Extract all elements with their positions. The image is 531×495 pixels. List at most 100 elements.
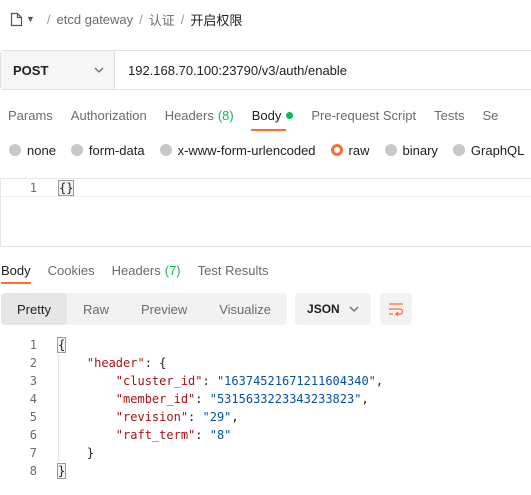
breadcrumb: ▼ / etcd gateway / 认证 / 开启权限 xyxy=(0,0,531,38)
json-value: "5315633223343233823" xyxy=(209,392,362,406)
view-preview-button[interactable]: Preview xyxy=(125,293,203,325)
json-key: "member_id" xyxy=(115,392,196,406)
breadcrumb-request-name[interactable]: 开启权限 xyxy=(190,10,242,29)
radio-label: x-www-form-urlencoded xyxy=(177,142,316,158)
response-tabs: Body Cookies Headers (7) Test Results xyxy=(0,258,531,284)
response-tab-headers[interactable]: Headers (7) xyxy=(112,258,181,282)
radio-label: raw xyxy=(348,142,370,158)
request-bar: POST 192.168.70.100:23790/v3/auth/enable xyxy=(0,50,531,90)
breadcrumb-separator: / xyxy=(180,11,185,27)
open-brace: { xyxy=(56,337,67,353)
tab-label: Headers xyxy=(164,107,214,123)
response-headers-count: (7) xyxy=(164,262,181,278)
radio-circle xyxy=(384,144,397,156)
radio-circle xyxy=(9,144,21,156)
breadcrumb-separator: / xyxy=(46,11,51,27)
body-type-options: none form-data x-www-form-urlencoded raw… xyxy=(0,140,531,160)
radio-label: none xyxy=(27,142,56,158)
chevron-down-icon[interactable]: ▼ xyxy=(26,14,35,24)
tab-settings[interactable]: Se xyxy=(473,99,507,131)
response-view-controls: Pretty Raw Preview Visualize JSON xyxy=(1,293,413,325)
tab-label: Body xyxy=(1,262,31,278)
line-number: 1 xyxy=(29,338,37,352)
line-number: 6 xyxy=(29,428,37,442)
radio-circle xyxy=(452,144,465,156)
tab-headers[interactable]: Headers (8) xyxy=(156,99,243,131)
json-key: "cluster_id" xyxy=(115,374,203,388)
tab-body[interactable]: Body xyxy=(243,99,303,131)
request-file-icon xyxy=(10,12,23,26)
radio-none[interactable]: none xyxy=(9,143,56,158)
request-tabs: Params Authorization Headers (8) Body Pre… xyxy=(0,99,531,131)
request-body-code[interactable]: {} xyxy=(57,180,75,196)
tab-label: Cookies xyxy=(47,262,95,278)
radio-label: form-data xyxy=(88,142,145,158)
format-select[interactable]: JSON xyxy=(295,293,372,325)
tab-label: Pre-request Script xyxy=(311,107,417,123)
radio-label: binary xyxy=(402,142,438,158)
line-number: 2 xyxy=(29,356,37,370)
radio-label: GraphQL xyxy=(470,142,525,158)
view-mode-segmented: Pretty Raw Preview Visualize xyxy=(1,293,288,325)
wrap-lines-icon xyxy=(389,303,404,316)
code-line: 6 "raft_term": "8" xyxy=(0,426,232,444)
method-label: POST xyxy=(13,62,49,78)
code-line: 2 "header": { xyxy=(0,354,167,372)
method-select[interactable]: POST xyxy=(1,51,115,89)
radio-x-www-form-urlencoded[interactable]: x-www-form-urlencoded xyxy=(159,142,316,158)
json-punct: } xyxy=(86,446,95,460)
radio-circle-selected xyxy=(330,144,343,156)
response-tab-test-results[interactable]: Test Results xyxy=(198,258,269,282)
code-line: 1{ xyxy=(0,336,67,354)
line-number: 7 xyxy=(29,446,37,460)
tab-label: Tests xyxy=(434,107,465,123)
code-line: 4 "member_id": "5315633223343233823", xyxy=(0,390,369,408)
tab-label: Se xyxy=(482,107,499,123)
radio-binary[interactable]: binary xyxy=(384,142,438,158)
tab-label: Body xyxy=(251,107,282,123)
headers-count: (8) xyxy=(217,107,234,123)
json-key: "raft_term" xyxy=(115,428,196,442)
chevron-down-icon xyxy=(349,306,359,312)
json-value: "8" xyxy=(209,428,232,442)
line-number: 4 xyxy=(29,392,37,406)
json-value: "16374521671211604340" xyxy=(216,374,376,388)
request-body-text: {} xyxy=(57,180,75,196)
radio-circle xyxy=(159,144,172,156)
tab-label: Test Results xyxy=(197,262,269,278)
response-body[interactable]: 1{ 2 "header": { 3 "cluster_id": "163745… xyxy=(0,336,531,486)
tab-tests[interactable]: Tests xyxy=(425,99,473,131)
url-input[interactable]: 192.168.70.100:23790/v3/auth/enable xyxy=(115,63,347,78)
body-indicator-dot xyxy=(286,111,294,119)
radio-graphql[interactable]: GraphQL xyxy=(452,142,525,158)
tab-label: Params xyxy=(8,107,53,123)
tab-params[interactable]: Params xyxy=(0,99,62,131)
view-raw-button[interactable]: Raw xyxy=(67,293,125,325)
tab-label: Headers xyxy=(111,262,161,278)
close-brace: } xyxy=(56,463,67,479)
radio-raw[interactable]: raw xyxy=(330,142,370,158)
response-tab-cookies[interactable]: Cookies xyxy=(48,258,95,282)
code-line: 7 } xyxy=(0,444,94,462)
breadcrumb-folder[interactable]: 认证 xyxy=(149,10,175,29)
chevron-down-icon xyxy=(94,67,104,73)
wrap-lines-button[interactable] xyxy=(380,293,413,325)
breadcrumb-separator: / xyxy=(139,11,143,27)
radio-form-data[interactable]: form-data xyxy=(70,142,145,158)
json-punct: : { xyxy=(144,356,167,370)
code-line: 8} xyxy=(0,462,67,480)
json-key: "header" xyxy=(86,356,145,370)
format-label: JSON xyxy=(307,302,340,316)
view-pretty-button[interactable]: Pretty xyxy=(1,293,67,325)
breadcrumb-collection[interactable]: etcd gateway xyxy=(57,12,134,27)
code-line: 3 "cluster_id": "16374521671211604340", xyxy=(0,372,383,390)
json-key: "revision" xyxy=(115,410,189,424)
tab-authorization[interactable]: Authorization xyxy=(62,99,156,131)
request-body-editor[interactable]: 1 {} xyxy=(0,178,531,247)
json-value: "29" xyxy=(202,410,232,424)
tab-pre-request-script[interactable]: Pre-request Script xyxy=(302,99,425,131)
line-number: 8 xyxy=(29,464,37,478)
tab-label: Authorization xyxy=(70,107,147,123)
response-tab-body[interactable]: Body xyxy=(1,258,31,284)
view-visualize-button[interactable]: Visualize xyxy=(203,293,287,325)
